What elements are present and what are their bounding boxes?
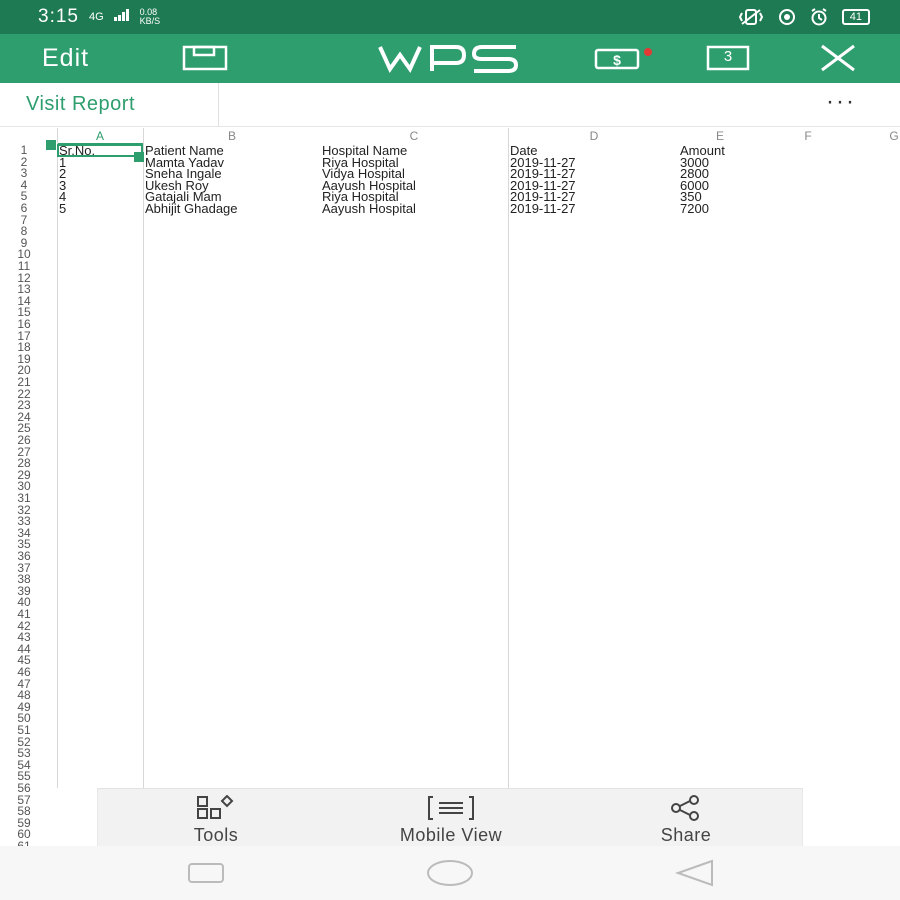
column-header-g[interactable]: G bbox=[884, 129, 900, 143]
tools-label: Tools bbox=[193, 825, 239, 845]
status-right: 41 bbox=[738, 8, 870, 26]
column-header-a[interactable]: A bbox=[90, 129, 110, 143]
network-speed: 0.08 KB/S bbox=[140, 8, 161, 26]
alarm-icon bbox=[810, 8, 828, 26]
grid-line bbox=[143, 128, 144, 788]
column-header-f[interactable]: F bbox=[798, 129, 818, 143]
network-type: 4G bbox=[88, 11, 104, 23]
wps-logo bbox=[376, 43, 522, 78]
navigation-bar bbox=[0, 846, 900, 900]
battery-icon: 41 bbox=[841, 9, 870, 25]
home-icon[interactable] bbox=[426, 859, 474, 892]
table-cell[interactable]: 7200 bbox=[680, 202, 709, 215]
recent-apps-icon[interactable] bbox=[186, 862, 226, 889]
table-cell[interactable]: Aayush Hospital bbox=[322, 202, 416, 215]
vibrate-icon bbox=[738, 9, 764, 25]
data-saver-icon bbox=[778, 8, 796, 26]
selection-handle-end[interactable] bbox=[134, 152, 144, 162]
table-cell[interactable]: 5 bbox=[59, 202, 66, 215]
table-cell[interactable]: Abhijit Ghadage bbox=[145, 202, 238, 215]
grid-line bbox=[57, 128, 58, 788]
selected-cell[interactable] bbox=[57, 144, 143, 157]
signal-icon bbox=[113, 8, 130, 26]
column-header-e[interactable]: E bbox=[710, 129, 730, 143]
grid-line bbox=[508, 128, 509, 788]
mobile-view-icon bbox=[351, 795, 551, 821]
member-ticket-icon[interactable]: $ bbox=[592, 45, 656, 76]
tab-count: 3 bbox=[723, 48, 733, 65]
status-time: 3:15 bbox=[38, 6, 79, 27]
svg-text:$: $ bbox=[613, 52, 621, 68]
tab-switcher-icon[interactable]: 3 bbox=[706, 45, 750, 76]
table-cell[interactable]: 2019-11-27 bbox=[510, 202, 576, 215]
column-header-d[interactable]: D bbox=[584, 129, 604, 143]
back-icon[interactable] bbox=[674, 859, 716, 892]
bottom-tools-bar: Tools Mobile View Share bbox=[97, 788, 803, 846]
column-header-b[interactable]: B bbox=[222, 129, 242, 143]
document-title[interactable]: Visit Report bbox=[26, 93, 135, 116]
tools-button[interactable]: Tools bbox=[116, 795, 316, 846]
document-bar: Visit Report ··· bbox=[0, 83, 900, 127]
selection-handle-start[interactable] bbox=[46, 140, 56, 150]
spreadsheet-grid[interactable]: ABCDEFG 1 2 3 4 5 6 7 8 9 10 11 12 13 14 15 16 17 18 19 20 2… bbox=[0, 128, 900, 846]
status-left: 3:15 4G 0.08 KB/S bbox=[38, 6, 160, 28]
share-label: Share bbox=[660, 825, 712, 845]
close-icon[interactable] bbox=[818, 44, 858, 77]
column-header-row: A B C D E F G bbox=[0, 128, 900, 144]
status-bar: 3:15 4G 0.08 KB/S 41 bbox=[0, 0, 900, 34]
mobile-view-label: Mobile View bbox=[399, 825, 503, 845]
column-header-c[interactable]: C bbox=[404, 129, 424, 143]
speed-unit: KB/S bbox=[139, 16, 161, 26]
tools-grid-icon bbox=[116, 795, 316, 821]
app-toolbar: Edit $ 3 bbox=[0, 34, 900, 83]
share-button[interactable]: Share bbox=[586, 795, 786, 846]
share-icon bbox=[586, 795, 786, 821]
mobile-view-button[interactable]: Mobile View bbox=[351, 795, 551, 846]
doc-divider bbox=[218, 83, 219, 127]
save-icon[interactable] bbox=[182, 45, 228, 76]
more-options-button[interactable]: ··· bbox=[826, 90, 856, 114]
edit-button[interactable]: Edit bbox=[42, 44, 89, 73]
